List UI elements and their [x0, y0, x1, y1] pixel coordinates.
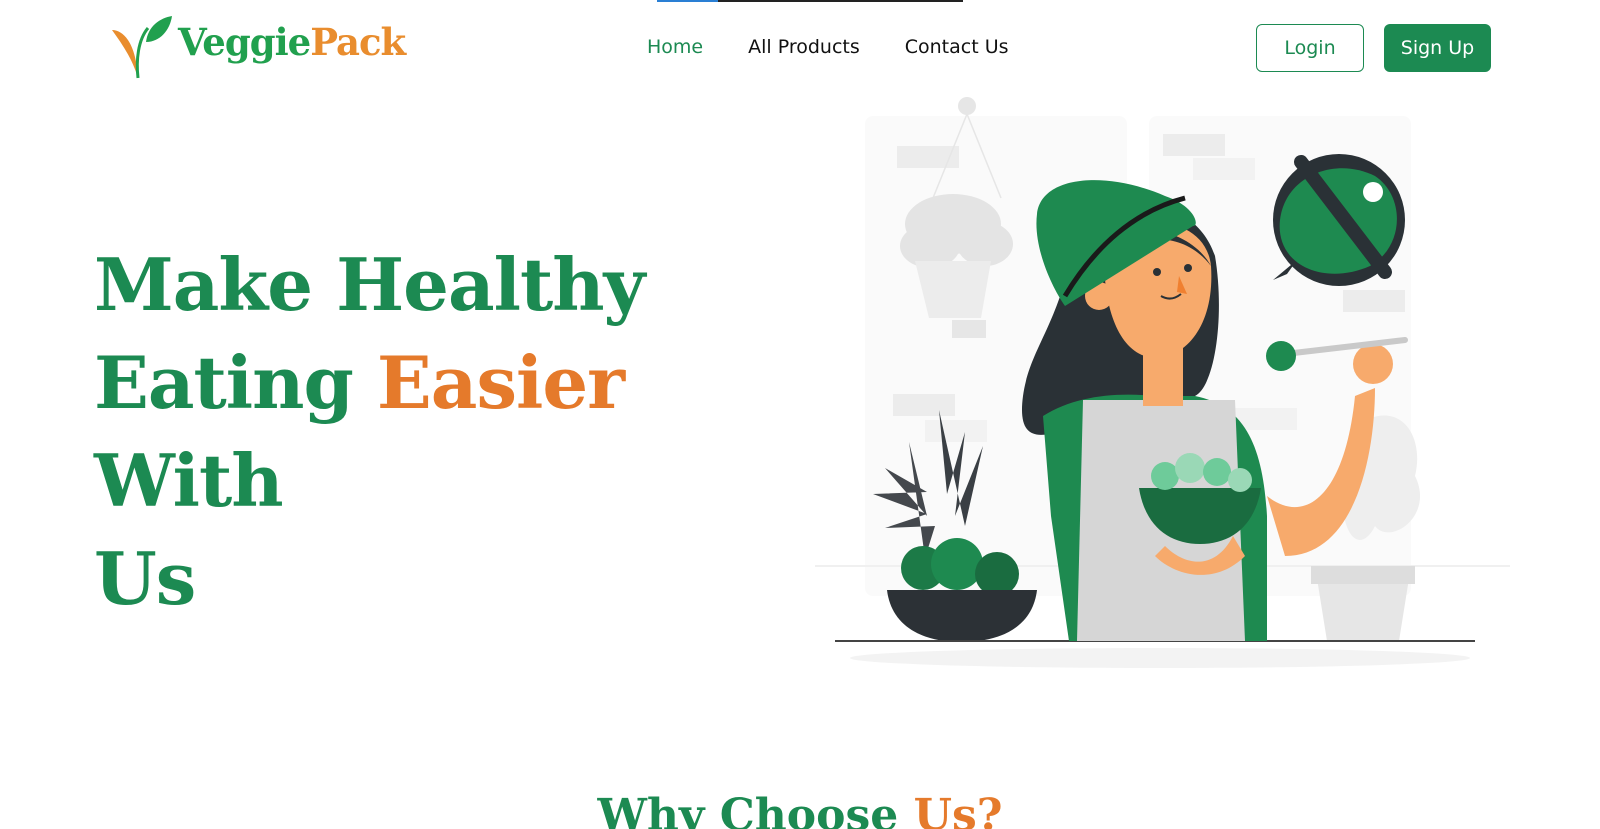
- no-meat-icon: [1273, 154, 1405, 286]
- hero-line-2a: Eating: [94, 340, 354, 425]
- hero-accent-word: Easier: [376, 340, 625, 425]
- section-title-main: Why Choose: [597, 790, 899, 829]
- section-title: Why Choose Us?: [0, 790, 1600, 829]
- signup-button[interactable]: Sign Up: [1384, 24, 1491, 72]
- hero-illustration: [815, 97, 1510, 668]
- section-title-accent: Us?: [913, 790, 1003, 829]
- leaf-logo-icon: [112, 16, 172, 79]
- main-nav: Home All Products Contact Us: [647, 36, 1009, 58]
- hero-line-2b: With: [94, 438, 284, 523]
- hero-line-3: Us: [94, 536, 196, 621]
- nav-all-products[interactable]: All Products: [748, 36, 860, 58]
- login-button[interactable]: Login: [1256, 24, 1364, 72]
- site-header: VeggiePack Home All Products Contact Us …: [0, 0, 1600, 90]
- brand-part-pack: Pack: [310, 20, 406, 64]
- hero-title: Make Healthy Eating Easier With Us: [94, 236, 814, 628]
- nav-home[interactable]: Home: [647, 36, 703, 58]
- logo[interactable]: VeggiePack: [108, 14, 406, 80]
- brand-part-veggie: Veggie: [178, 20, 311, 64]
- nav-contact-us[interactable]: Contact Us: [905, 36, 1009, 58]
- brand-name: VeggiePack: [178, 20, 406, 64]
- hero-line-1: Make Healthy: [94, 242, 645, 327]
